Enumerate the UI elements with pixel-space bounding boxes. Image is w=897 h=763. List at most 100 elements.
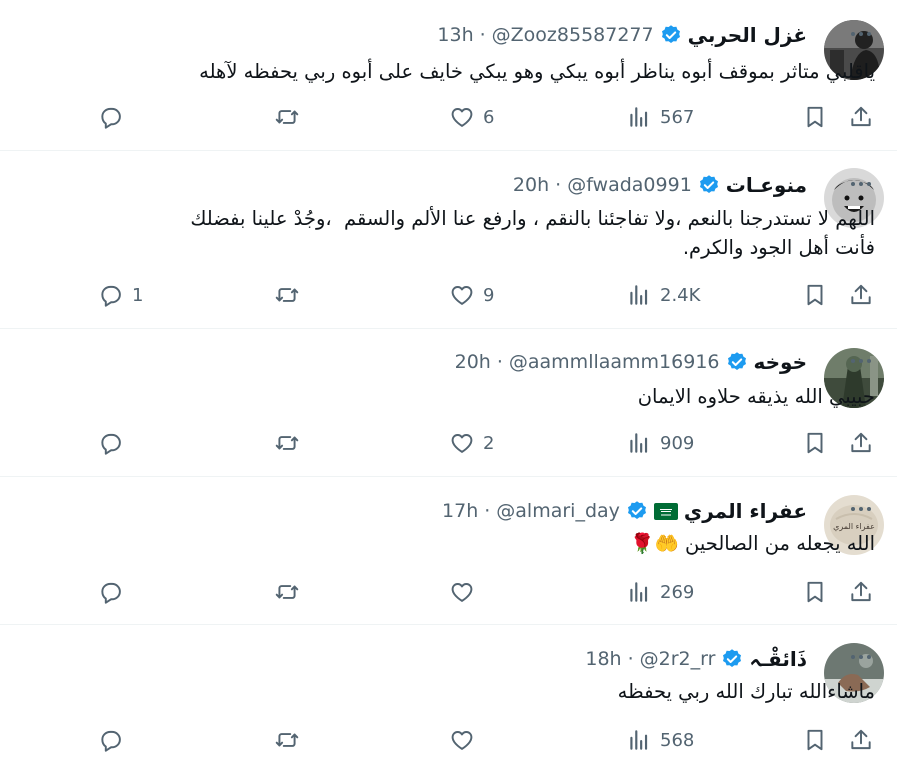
share-icon	[848, 727, 874, 753]
verified-badge-icon	[660, 24, 682, 46]
tweet-actions: 1 9 2.4K	[0, 281, 897, 309]
tweet-time[interactable]: 13h	[437, 24, 473, 46]
views-button[interactable]: 2.4K	[626, 281, 700, 309]
tweet-header: 17h · @almari_day عفراء المري	[442, 497, 807, 525]
tweet[interactable]: 18h · @2r2_rr ذَائقْـہ ماشاءالله تبارك ا…	[0, 625, 897, 763]
bookmark-button[interactable]	[802, 578, 828, 606]
tweet[interactable]: 13h · @Zooz85587277 غزل الحربي ياقلبي مت…	[0, 0, 897, 151]
views-button[interactable]: 567	[626, 103, 694, 131]
separator-dot: ·	[627, 648, 634, 670]
tweet[interactable]: 20h · @aammllaamm16916 خوخه حبيبي الله ي…	[0, 329, 897, 477]
bookmark-icon	[802, 104, 828, 130]
tweet-time[interactable]: 20h	[513, 174, 549, 196]
like-icon	[449, 282, 475, 308]
display-name[interactable]: منوعـات	[726, 173, 807, 197]
repost-icon	[274, 430, 300, 456]
display-name[interactable]: غزل الحربي	[688, 23, 807, 47]
more-icon[interactable]	[847, 647, 875, 667]
share-icon	[848, 104, 874, 130]
share-icon	[848, 282, 874, 308]
verified-badge-icon	[626, 500, 648, 522]
reply-count: 1	[132, 284, 144, 306]
reply-button[interactable]	[98, 429, 132, 457]
repost-icon	[274, 104, 300, 130]
views-count: 2.4K	[660, 284, 701, 306]
bookmark-icon	[802, 430, 828, 456]
reply-button[interactable]	[98, 103, 132, 131]
views-button[interactable]: 568	[626, 726, 694, 754]
share-button[interactable]	[848, 578, 874, 606]
like-icon	[449, 104, 475, 130]
tweet-text: الله يجعله من الصالحين 🤲🌹	[630, 532, 875, 555]
like-button[interactable]: 9	[449, 281, 494, 309]
like-button[interactable]: 6	[449, 103, 494, 131]
repost-button[interactable]	[274, 726, 308, 754]
share-button[interactable]	[848, 103, 874, 131]
verified-badge-icon	[726, 351, 748, 373]
reply-button[interactable]	[98, 726, 132, 754]
views-button[interactable]: 269	[626, 578, 694, 606]
more-icon[interactable]	[847, 24, 875, 44]
views-button[interactable]: 909	[626, 429, 694, 457]
like-button[interactable]	[449, 578, 483, 606]
repost-button[interactable]	[274, 578, 308, 606]
reply-icon	[98, 104, 124, 130]
bookmark-icon	[802, 579, 828, 605]
views-icon	[626, 282, 652, 308]
tweet-actions: 6 567	[0, 103, 897, 131]
separator-dot: ·	[496, 351, 503, 373]
tweet-header: 18h · @2r2_rr ذَائقْـہ	[585, 645, 807, 673]
tweet-time[interactable]: 17h	[442, 500, 478, 522]
verified-badge-icon	[698, 174, 720, 196]
share-button[interactable]	[848, 281, 874, 309]
repost-icon	[274, 579, 300, 605]
reply-button[interactable]: 1	[98, 281, 143, 309]
like-count: 2	[483, 432, 495, 454]
share-button[interactable]	[848, 429, 874, 457]
bookmark-button[interactable]	[802, 429, 828, 457]
tweet-header: 20h · @aammllaamm16916 خوخه	[455, 348, 807, 376]
tweet-actions: 269	[0, 578, 897, 606]
tweet-text: حبيبي الله يذيقه حلاوه الايمان	[637, 385, 875, 408]
views-count: 269	[660, 581, 695, 603]
share-icon	[848, 430, 874, 456]
display-name[interactable]: خوخه	[754, 350, 808, 374]
tweet-handle[interactable]: @almari_day	[496, 500, 620, 522]
bookmark-button[interactable]	[802, 726, 828, 754]
tweet-time[interactable]: 18h	[585, 648, 621, 670]
display-name[interactable]: ذَائقْـہ	[749, 647, 807, 671]
bookmark-icon	[802, 727, 828, 753]
tweet[interactable]: عفراء المري 17h · @almari_day عفراء المر…	[0, 477, 897, 625]
tweet-handle[interactable]: @Zooz85587277	[492, 24, 654, 46]
bookmark-button[interactable]	[802, 103, 828, 131]
tweet-handle[interactable]: @fwada0991	[567, 174, 692, 196]
repost-button[interactable]	[274, 429, 308, 457]
reply-button[interactable]	[98, 578, 132, 606]
views-count: 909	[660, 432, 695, 454]
more-icon[interactable]	[847, 174, 875, 194]
reply-icon	[98, 727, 124, 753]
like-button[interactable]	[449, 726, 483, 754]
tweet-actions: 2 909	[0, 429, 897, 457]
repost-button[interactable]	[274, 103, 308, 131]
more-icon[interactable]	[847, 351, 875, 371]
saudi-flag-icon	[653, 502, 678, 520]
more-icon[interactable]	[847, 499, 875, 519]
tweet-handle[interactable]: @aammllaamm16916	[509, 351, 720, 373]
repost-button[interactable]	[274, 281, 308, 309]
like-button[interactable]: 2	[449, 429, 494, 457]
share-button[interactable]	[848, 726, 874, 754]
tweet-text: اللهم لا تستدرجنا بالنعم ،ولا تفاجئنا با…	[190, 207, 875, 259]
views-icon	[626, 430, 652, 456]
like-icon	[449, 579, 475, 605]
verified-badge-icon	[721, 648, 743, 670]
views-icon	[626, 727, 652, 753]
repost-icon	[274, 727, 300, 753]
tweet-time[interactable]: 20h	[455, 351, 491, 373]
tweet-handle[interactable]: @2r2_rr	[640, 648, 716, 670]
repost-icon	[274, 282, 300, 308]
display-name[interactable]: عفراء المري	[684, 499, 807, 523]
tweet[interactable]: 20h · @fwada0991 منوعـات اللهم لا تستدرج…	[0, 151, 897, 329]
reply-icon	[98, 430, 124, 456]
bookmark-button[interactable]	[802, 281, 828, 309]
